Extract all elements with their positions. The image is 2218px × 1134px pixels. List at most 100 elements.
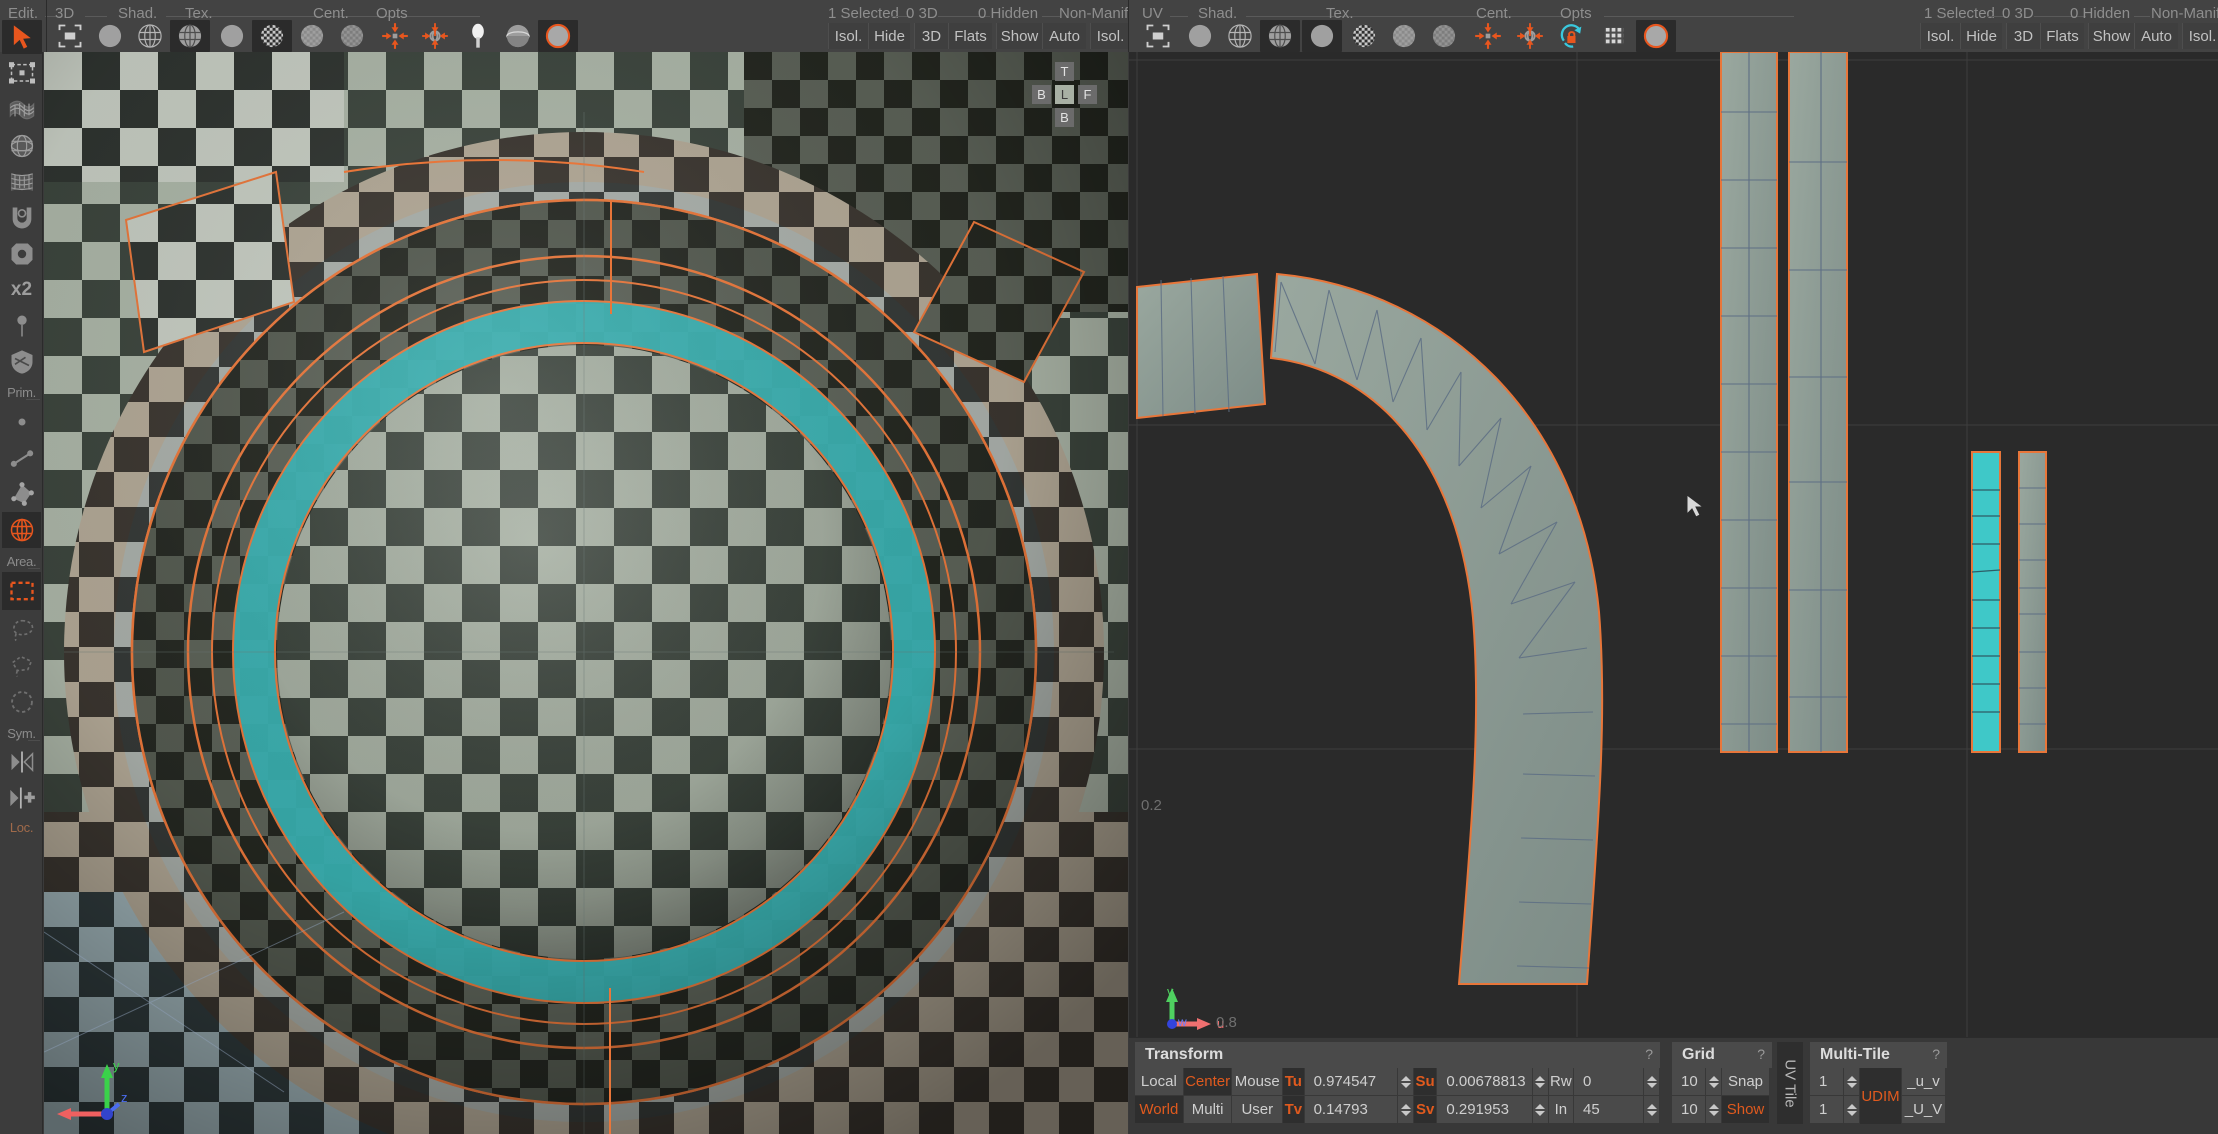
uv-lock-rotate-icon[interactable]	[1552, 20, 1592, 52]
tool-lasso-icon[interactable]	[2, 612, 41, 648]
tool-flag-icon[interactable]	[2, 92, 41, 128]
uv-btn-hide-1[interactable]: Hide	[1960, 23, 2002, 49]
uv-shading-shaded-wire-icon[interactable]	[1260, 20, 1300, 52]
tool-x2-label[interactable]: x2	[2, 272, 41, 308]
view-cube-top[interactable]: T	[1055, 62, 1074, 81]
sv-input[interactable]: 0.291953	[1437, 1096, 1534, 1124]
btn-isolate-1[interactable]: Isol.	[828, 23, 868, 49]
transform-help-icon[interactable]: ?	[1645, 1046, 1653, 1062]
multi-tile-v-input[interactable]: 1	[1810, 1096, 1844, 1124]
uv-tile-tab[interactable]: UV Tile	[1777, 1042, 1803, 1124]
uv-texture-transparent-icon[interactable]	[1424, 20, 1464, 52]
multi-tile-lower-label[interactable]: _u_v	[1902, 1068, 1946, 1096]
mode-mouse-button[interactable]: Mouse	[1232, 1068, 1284, 1096]
tool-uv-island-icon[interactable]	[2, 512, 41, 548]
rw-input[interactable]: 0	[1574, 1068, 1645, 1096]
btn-flats[interactable]: Flats	[948, 23, 992, 49]
tool-shell-icon[interactable]	[2, 200, 41, 236]
in-stepper[interactable]	[1644, 1096, 1660, 1124]
uv-texture-checker-icon[interactable]	[1344, 20, 1384, 52]
viewport-3d[interactable]: T L B F B y z	[44, 52, 1128, 1134]
tv-stepper[interactable]	[1398, 1096, 1414, 1124]
tv-input[interactable]: 0.14793	[1304, 1096, 1399, 1124]
sv-stepper[interactable]	[1533, 1096, 1549, 1124]
multi-tile-help-icon[interactable]: ?	[1932, 1046, 1940, 1062]
multi-tile-u-stepper[interactable]	[1844, 1068, 1860, 1096]
mode-user-button[interactable]: User	[1232, 1096, 1284, 1124]
viewport-uv[interactable]: 0.2 0.8 v u w	[1129, 52, 2218, 1037]
uv-center-pivot-icon[interactable]	[1468, 20, 1508, 52]
uv-shading-flat-icon[interactable]	[1180, 20, 1220, 52]
tool-transform-icon[interactable]	[2, 56, 41, 92]
texture-alpha-icon[interactable]	[292, 20, 332, 52]
pivot-multi-button[interactable]: Multi	[1183, 1096, 1233, 1124]
tool-point-icon[interactable]	[2, 404, 41, 440]
uv-select-box-icon[interactable]	[1138, 20, 1178, 52]
tu-input[interactable]: 0.974547	[1304, 1068, 1399, 1096]
texture-checker-icon[interactable]	[252, 20, 292, 52]
view-cube-front[interactable]: F	[1078, 85, 1097, 104]
uv-center-object-icon[interactable]	[1510, 20, 1550, 52]
tool-sphere-icon[interactable]	[2, 128, 41, 164]
space-world-button[interactable]: World	[1135, 1096, 1184, 1124]
center-pivot-icon[interactable]	[375, 20, 415, 52]
grid-u-input[interactable]: 10	[1672, 1068, 1706, 1096]
tool-shield-icon[interactable]	[2, 344, 41, 380]
btn-auto[interactable]: Auto	[1042, 23, 1086, 49]
tool-mirror-icon[interactable]	[2, 744, 41, 780]
grid-u-stepper[interactable]	[1706, 1068, 1722, 1096]
multi-tile-v-stepper[interactable]	[1844, 1096, 1860, 1124]
grid-v-stepper[interactable]	[1706, 1096, 1722, 1124]
grid-snap-button[interactable]: Snap	[1722, 1068, 1770, 1096]
tu-stepper[interactable]	[1398, 1068, 1414, 1096]
tool-edge-icon[interactable]	[2, 440, 41, 476]
light-icon[interactable]	[458, 20, 498, 52]
uv-texture-alpha-icon[interactable]	[1384, 20, 1424, 52]
uv-grid-icon[interactable]	[1594, 20, 1634, 52]
tool-grid-icon[interactable]	[2, 164, 41, 200]
tool-polylasso-icon[interactable]	[2, 648, 41, 684]
texture-off-icon[interactable]	[212, 20, 252, 52]
tool-face-icon[interactable]	[2, 476, 41, 512]
pivot-center-button[interactable]: Center	[1183, 1068, 1233, 1096]
texture-transparent-icon[interactable]	[332, 20, 372, 52]
view-cube-left[interactable]: L	[1055, 85, 1074, 104]
view-cube-back[interactable]: B	[1032, 85, 1051, 104]
uv-btn-3d[interactable]: 3D	[2006, 23, 2040, 49]
multi-tile-u-input[interactable]: 1	[1810, 1068, 1844, 1096]
btn-show[interactable]: Show	[996, 23, 1042, 49]
material-sphere-icon[interactable]	[538, 20, 578, 52]
shading-wire-icon[interactable]	[130, 20, 170, 52]
shading-shaded-wire-icon[interactable]	[170, 20, 210, 52]
uv-btn-isolate-1[interactable]: Isol.	[1920, 23, 1960, 49]
view-cube[interactable]: T L B F B	[1029, 62, 1099, 132]
su-stepper[interactable]	[1533, 1068, 1549, 1096]
env-icon[interactable]	[498, 20, 538, 52]
uv-material-sphere-icon[interactable]	[1636, 20, 1676, 52]
tool-octo-icon[interactable]	[2, 236, 41, 272]
uv-btn-flats[interactable]: Flats	[2040, 23, 2084, 49]
shading-flat-icon[interactable]	[90, 20, 130, 52]
tool-pin-icon[interactable]	[2, 308, 41, 344]
multi-tile-upper-label[interactable]: _U_V	[1902, 1096, 1946, 1124]
btn-isolate-2[interactable]: Isol.	[1090, 23, 1130, 49]
uv-texture-off-icon[interactable]	[1302, 20, 1342, 52]
uv-shading-wire-icon[interactable]	[1220, 20, 1260, 52]
btn-3d[interactable]: 3D	[914, 23, 948, 49]
view-cube-bottom[interactable]: B	[1055, 108, 1074, 127]
grid-help-icon[interactable]: ?	[1757, 1046, 1765, 1062]
uv-btn-isolate-2[interactable]: Isol.	[2182, 23, 2218, 49]
rw-stepper[interactable]	[1644, 1068, 1660, 1096]
uv-btn-show[interactable]: Show	[2088, 23, 2134, 49]
btn-hide-1[interactable]: Hide	[868, 23, 910, 49]
tool-mirror-add-icon[interactable]	[2, 780, 41, 816]
select-box-icon[interactable]	[50, 20, 90, 52]
tool-rect-select-icon[interactable]	[2, 572, 41, 610]
su-input[interactable]: 0.00678813	[1437, 1068, 1534, 1096]
tool-circle-select-icon[interactable]	[2, 684, 41, 720]
space-local-button[interactable]: Local	[1135, 1068, 1184, 1096]
center-object-icon[interactable]	[415, 20, 455, 52]
udim-button[interactable]: UDIM	[1860, 1068, 1902, 1125]
grid-v-input[interactable]: 10	[1672, 1096, 1706, 1124]
uv-btn-auto[interactable]: Auto	[2134, 23, 2178, 49]
